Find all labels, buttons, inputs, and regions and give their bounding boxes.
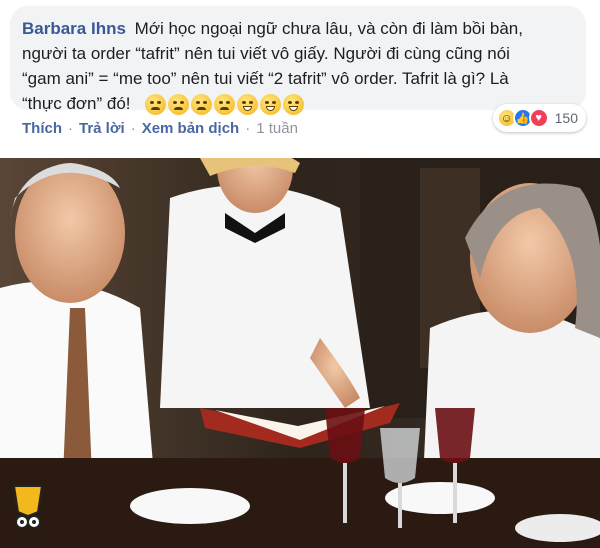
laughing-emoji-icon (260, 94, 282, 116)
laughing-emoji-icon (237, 94, 259, 116)
comment-actions: Thích · Trả lời · Xem bản dịch · 1 tuần (22, 120, 298, 137)
separator: · (68, 120, 73, 137)
separator: · (130, 120, 136, 137)
comment-body: Barbara Ihns Mới học ngoại ngữ chưa lâu,… (22, 16, 542, 116)
comment-author[interactable]: Barbara Ihns (22, 19, 126, 38)
attached-photo[interactable] (0, 158, 600, 548)
persevering-emoji-icon (214, 94, 236, 116)
emoji-row (145, 94, 305, 116)
comment: Barbara Ihns Mới học ngoại ngữ chưa lâu,… (0, 0, 600, 150)
reaction-count: 150 (554, 110, 578, 126)
like-link[interactable]: Thích (22, 120, 62, 137)
comment-bubble: Barbara Ihns Mới học ngoại ngữ chưa lâu,… (10, 6, 586, 116)
restaurant-photo-image (0, 158, 600, 548)
see-translation-link[interactable]: Xem bản dịch (142, 120, 240, 137)
rolling-eyes-emoji-icon (168, 94, 190, 116)
comment-timestamp[interactable]: 1 tuần (256, 120, 298, 137)
rolling-eyes-emoji-icon (145, 94, 167, 116)
reaction-summary[interactable]: ☺ 👍 ♥ 150 (492, 104, 586, 132)
love-icon: ♥ (528, 108, 549, 128)
separator: · (245, 120, 251, 137)
persevering-emoji-icon (191, 94, 213, 116)
page-logo-icon (12, 485, 44, 529)
laughing-emoji-icon (283, 94, 305, 116)
reply-link[interactable]: Trả lời (79, 120, 125, 137)
